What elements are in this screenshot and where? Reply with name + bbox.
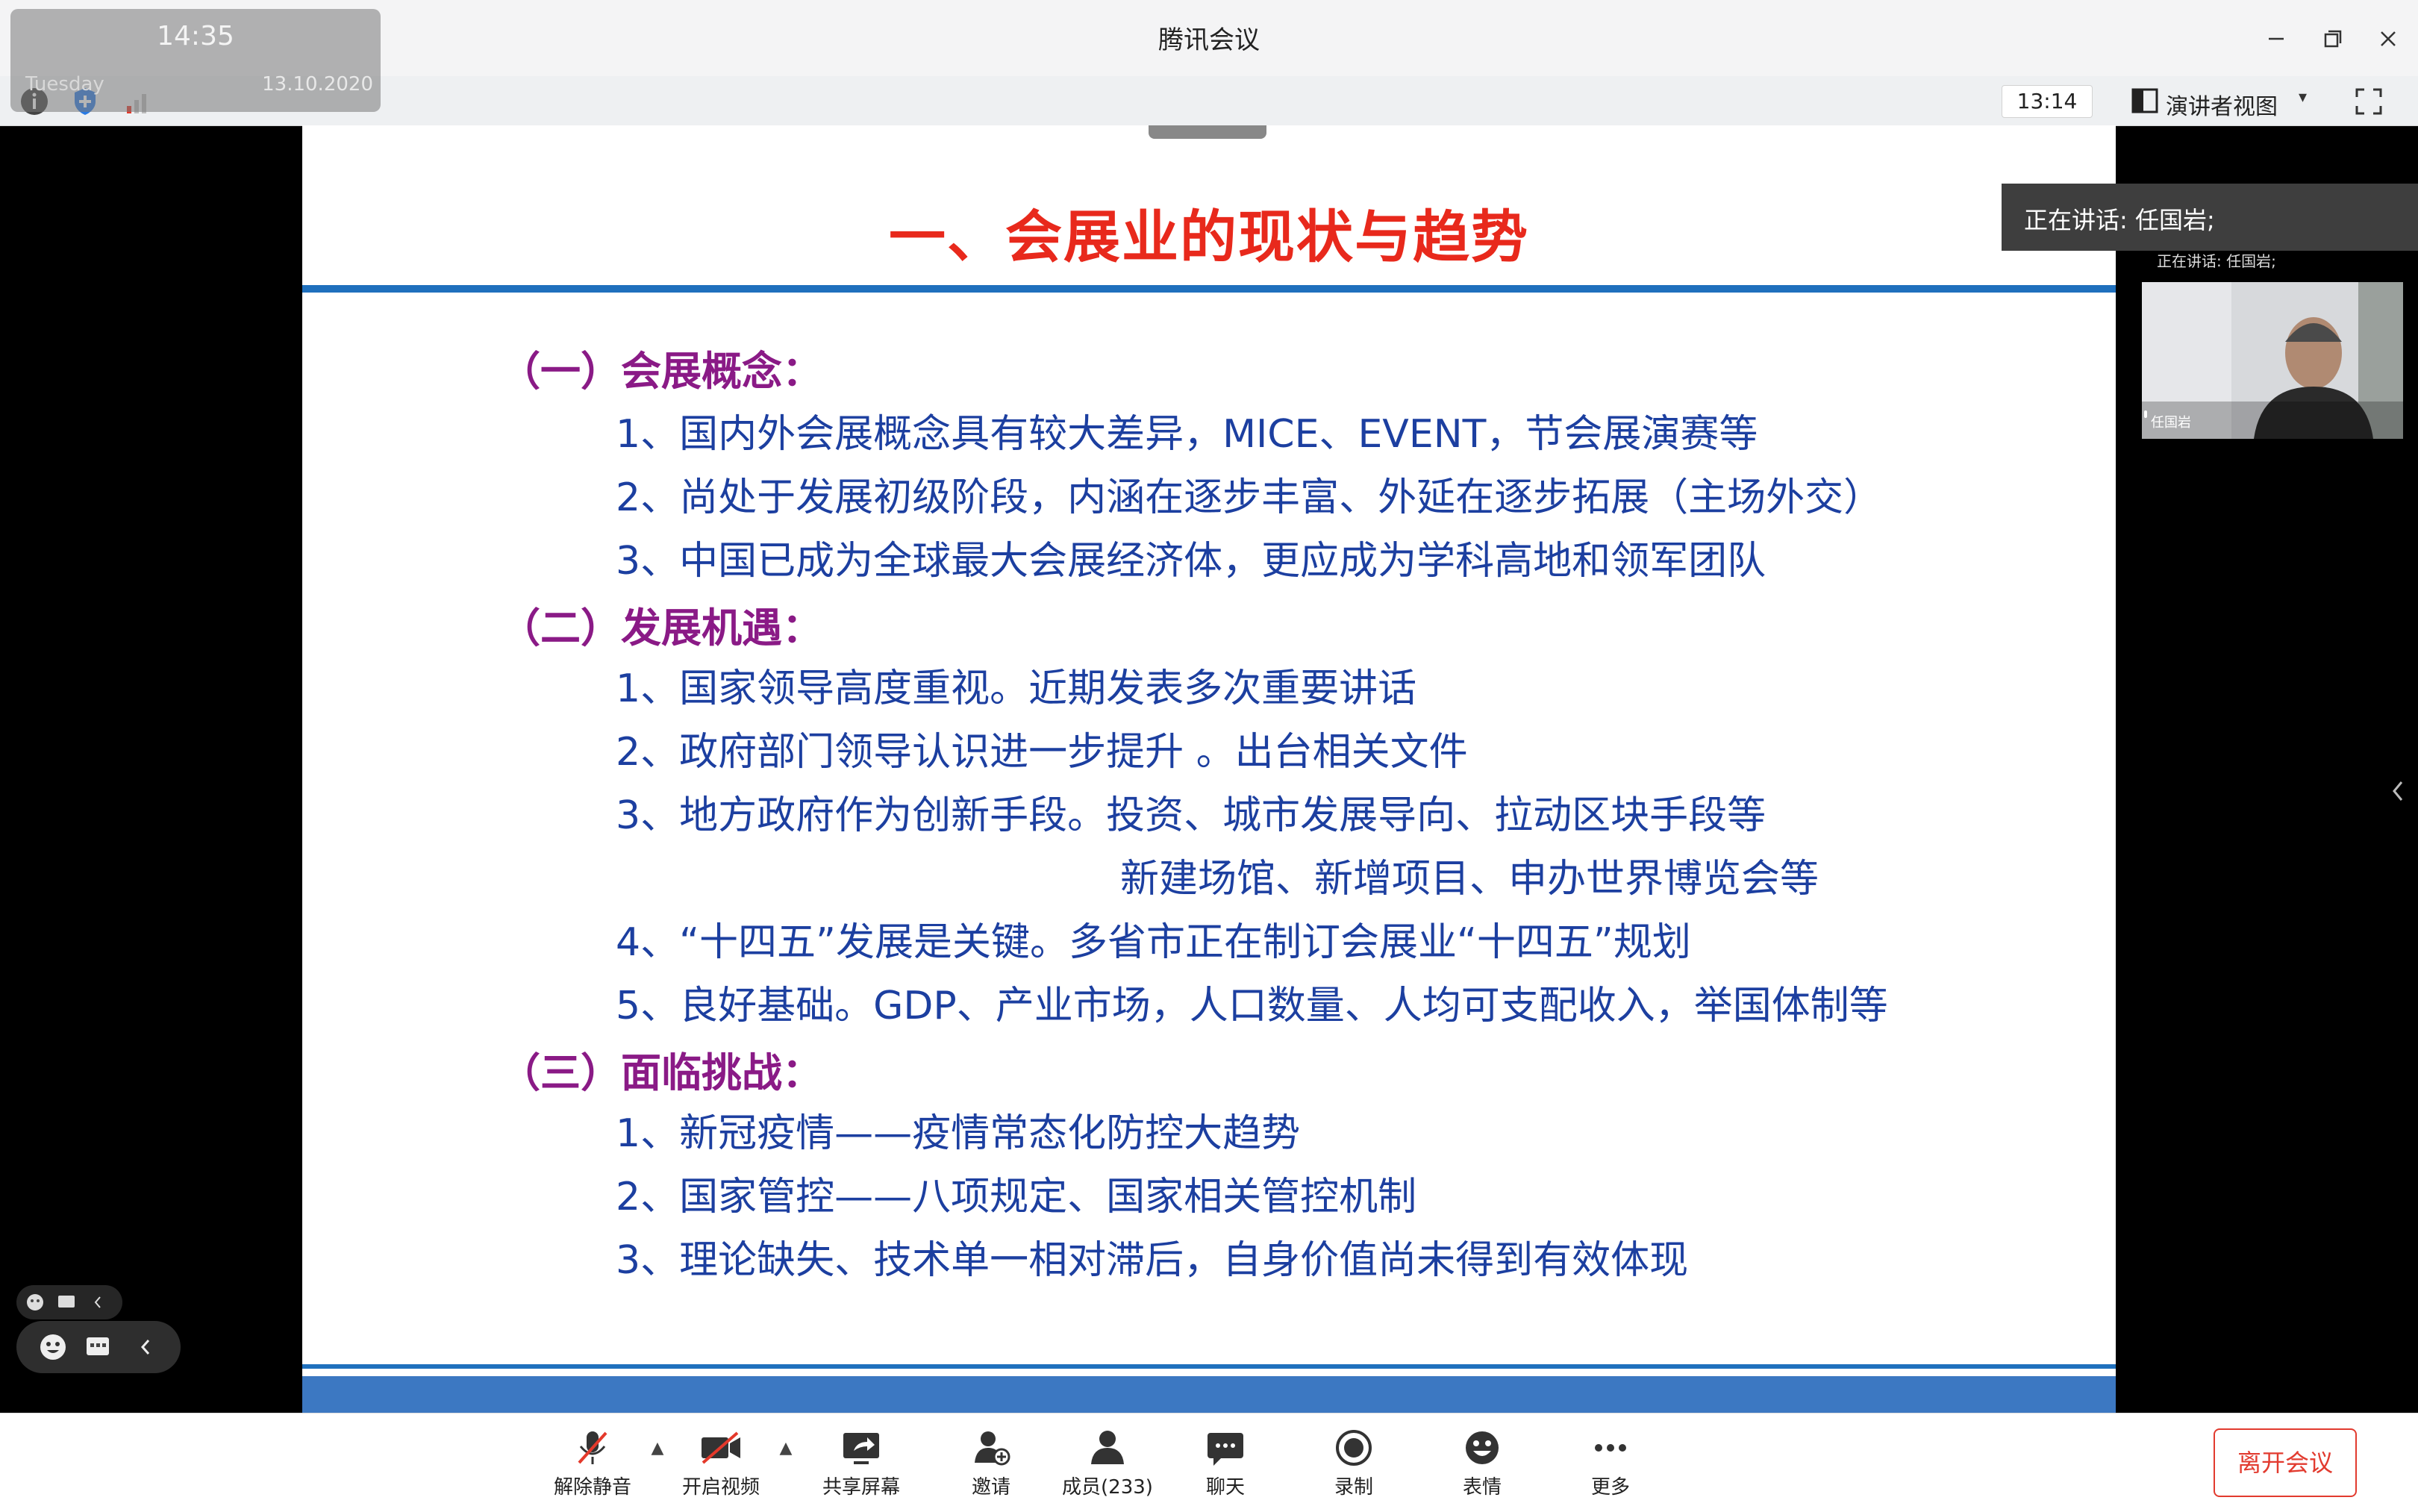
chevron-down-icon: ▾ bbox=[2299, 88, 2308, 107]
fullscreen-icon bbox=[2355, 88, 2382, 115]
close-button[interactable] bbox=[2366, 18, 2411, 60]
slide-footer-bar bbox=[302, 1376, 2116, 1413]
floating-controls-mini bbox=[16, 1285, 122, 1319]
chat-icon[interactable] bbox=[55, 1291, 78, 1313]
reactions-label: 表情 bbox=[1462, 1476, 1502, 1499]
chat-button[interactable]: 聊天 bbox=[1173, 1427, 1278, 1506]
restore-icon bbox=[2324, 30, 2342, 48]
start-video-label: 开启视频 bbox=[681, 1476, 760, 1499]
view-mode-dropdown[interactable]: 演讲者视图 ▾ bbox=[2131, 84, 2318, 120]
invite-icon bbox=[967, 1427, 1015, 1469]
share-screen-button[interactable]: 共享屏幕 bbox=[809, 1427, 913, 1506]
members-label: 成员(233) bbox=[1062, 1476, 1153, 1499]
mic-icon bbox=[2144, 410, 2147, 418]
slide-footer-rule bbox=[302, 1364, 2116, 1369]
minimize-button[interactable] bbox=[2254, 18, 2299, 60]
video-options-caret[interactable]: ▲ bbox=[775, 1439, 797, 1458]
speaking-banner-text: 正在讲话: 任国岩; bbox=[2024, 206, 2215, 234]
layout-icon bbox=[2131, 88, 2158, 113]
unmute-button[interactable]: 解除静音 bbox=[540, 1427, 645, 1506]
more-button[interactable]: 更多 bbox=[1558, 1427, 1663, 1506]
meeting-timer: 13:14 bbox=[2002, 85, 2093, 118]
list-item: 5、良好基础。GDP、产业市场，人口数量、人均可支配收入，举国体制等 bbox=[616, 984, 1888, 1028]
chat-label: 聊天 bbox=[1205, 1476, 1245, 1499]
chevron-left-icon bbox=[2393, 781, 2403, 801]
section-heading: （二）发展机遇： bbox=[500, 605, 822, 652]
clock-day: Tuesday bbox=[25, 73, 104, 96]
chevron-left-icon[interactable] bbox=[128, 1330, 163, 1364]
chat-icon[interactable] bbox=[81, 1330, 115, 1364]
minimize-icon bbox=[2269, 37, 2284, 40]
clock-widget: 14:35 Tuesday 13.10.2020 bbox=[10, 9, 381, 112]
floating-controls bbox=[16, 1321, 181, 1373]
bottom-control-bar: 解除静音 ▲ 开启视频 ▲ 共享屏幕 邀请 成员(233) 聊天 录制 表情 更… bbox=[0, 1413, 2418, 1512]
list-item: 2、政府部门领导认识进一步提升 。出台相关文件 bbox=[616, 730, 1468, 775]
mic-muted-icon bbox=[569, 1427, 616, 1469]
list-item: 4、“十四五”发展是关键。多省市正在制订会展业“十四五”规划 bbox=[616, 920, 1691, 965]
emoji-icon bbox=[1458, 1427, 1506, 1469]
list-item-continuation: 新建场馆、新增项目、申办世界博览会等 bbox=[1120, 857, 1819, 902]
chevron-left-icon[interactable] bbox=[87, 1291, 109, 1313]
panel-collapse-button[interactable] bbox=[2387, 776, 2409, 806]
share-screen-icon bbox=[837, 1427, 885, 1469]
members-icon bbox=[1084, 1427, 1131, 1469]
reactions-button[interactable]: 表情 bbox=[1430, 1427, 1534, 1506]
start-video-button[interactable]: 开启视频 bbox=[669, 1427, 773, 1506]
list-item: 3、地方政府作为创新手段。投资、城市发展导向、拉动区块手段等 bbox=[616, 793, 1766, 838]
list-item: 1、国内外会展概念具有较大差异，MICE、EVENT，节会展演赛等 bbox=[616, 412, 1758, 457]
unmute-label: 解除静音 bbox=[553, 1476, 631, 1499]
chat-icon bbox=[1202, 1427, 1249, 1469]
clock-date: 13.10.2020 bbox=[262, 73, 373, 96]
more-label: 更多 bbox=[1590, 1476, 1630, 1499]
section-heading: （一）会展概念： bbox=[500, 348, 822, 395]
leave-meeting-button[interactable]: 离开会议 bbox=[2214, 1428, 2357, 1497]
record-label: 录制 bbox=[1334, 1476, 1373, 1499]
invite-label: 邀请 bbox=[971, 1476, 1010, 1499]
section-heading: （三）面临挑战： bbox=[500, 1049, 822, 1096]
list-item: 1、国家领导高度重视。近期发表多次重要讲话 bbox=[616, 666, 1417, 711]
restore-button[interactable] bbox=[2311, 18, 2355, 60]
fullscreen-button[interactable] bbox=[2351, 84, 2387, 119]
participant-name: 任国岩 bbox=[2151, 415, 2191, 431]
share-screen-label: 共享屏幕 bbox=[822, 1476, 900, 1499]
list-item: 2、尚处于发展初级阶段，内涵在逐步丰富、外延在逐步拓展（主场外交） bbox=[616, 475, 1883, 520]
shared-slide: 一、会展业的现状与趋势 （一）会展概念： 1、国内外会展概念具有较大差异，MIC… bbox=[302, 125, 2116, 1413]
list-item: 3、理论缺失、技术单一相对滞后，自身价值尚未得到有效体现 bbox=[616, 1238, 1689, 1283]
record-icon bbox=[1330, 1427, 1378, 1469]
close-icon bbox=[2381, 31, 2396, 46]
members-button[interactable]: 成员(233) bbox=[1055, 1427, 1160, 1506]
camera-off-icon bbox=[697, 1427, 745, 1469]
record-button[interactable]: 录制 bbox=[1302, 1427, 1406, 1506]
more-icon bbox=[1587, 1427, 1634, 1469]
list-item: 2、国家管控——八项规定、国家相关管控机制 bbox=[616, 1175, 1417, 1219]
emoji-icon[interactable] bbox=[36, 1330, 70, 1364]
invite-button[interactable]: 邀请 bbox=[939, 1427, 1043, 1506]
slide-title: 一、会展业的现状与趋势 bbox=[889, 204, 1529, 270]
slide-divider bbox=[302, 285, 2116, 293]
list-item: 1、新冠疫情——疫情常态化防控大趋势 bbox=[616, 1111, 1301, 1156]
clock-time: 14:35 bbox=[157, 21, 234, 51]
audio-options-caret[interactable]: ▲ bbox=[646, 1439, 669, 1458]
emoji-icon[interactable] bbox=[24, 1291, 46, 1313]
view-mode-label: 演讲者视图 bbox=[2166, 94, 2278, 120]
speaking-mini-label: 正在讲话: 任国岩; bbox=[2157, 252, 2276, 270]
share-indicator-tab[interactable] bbox=[1149, 125, 1266, 139]
participant-video-tile[interactable]: 任国岩 bbox=[2142, 282, 2403, 439]
list-item: 3、中国已成为全球最大会展经济体，更应成为学科高地和领军团队 bbox=[616, 539, 1766, 584]
speaking-banner: 正在讲话: 任国岩; bbox=[2002, 184, 2418, 251]
